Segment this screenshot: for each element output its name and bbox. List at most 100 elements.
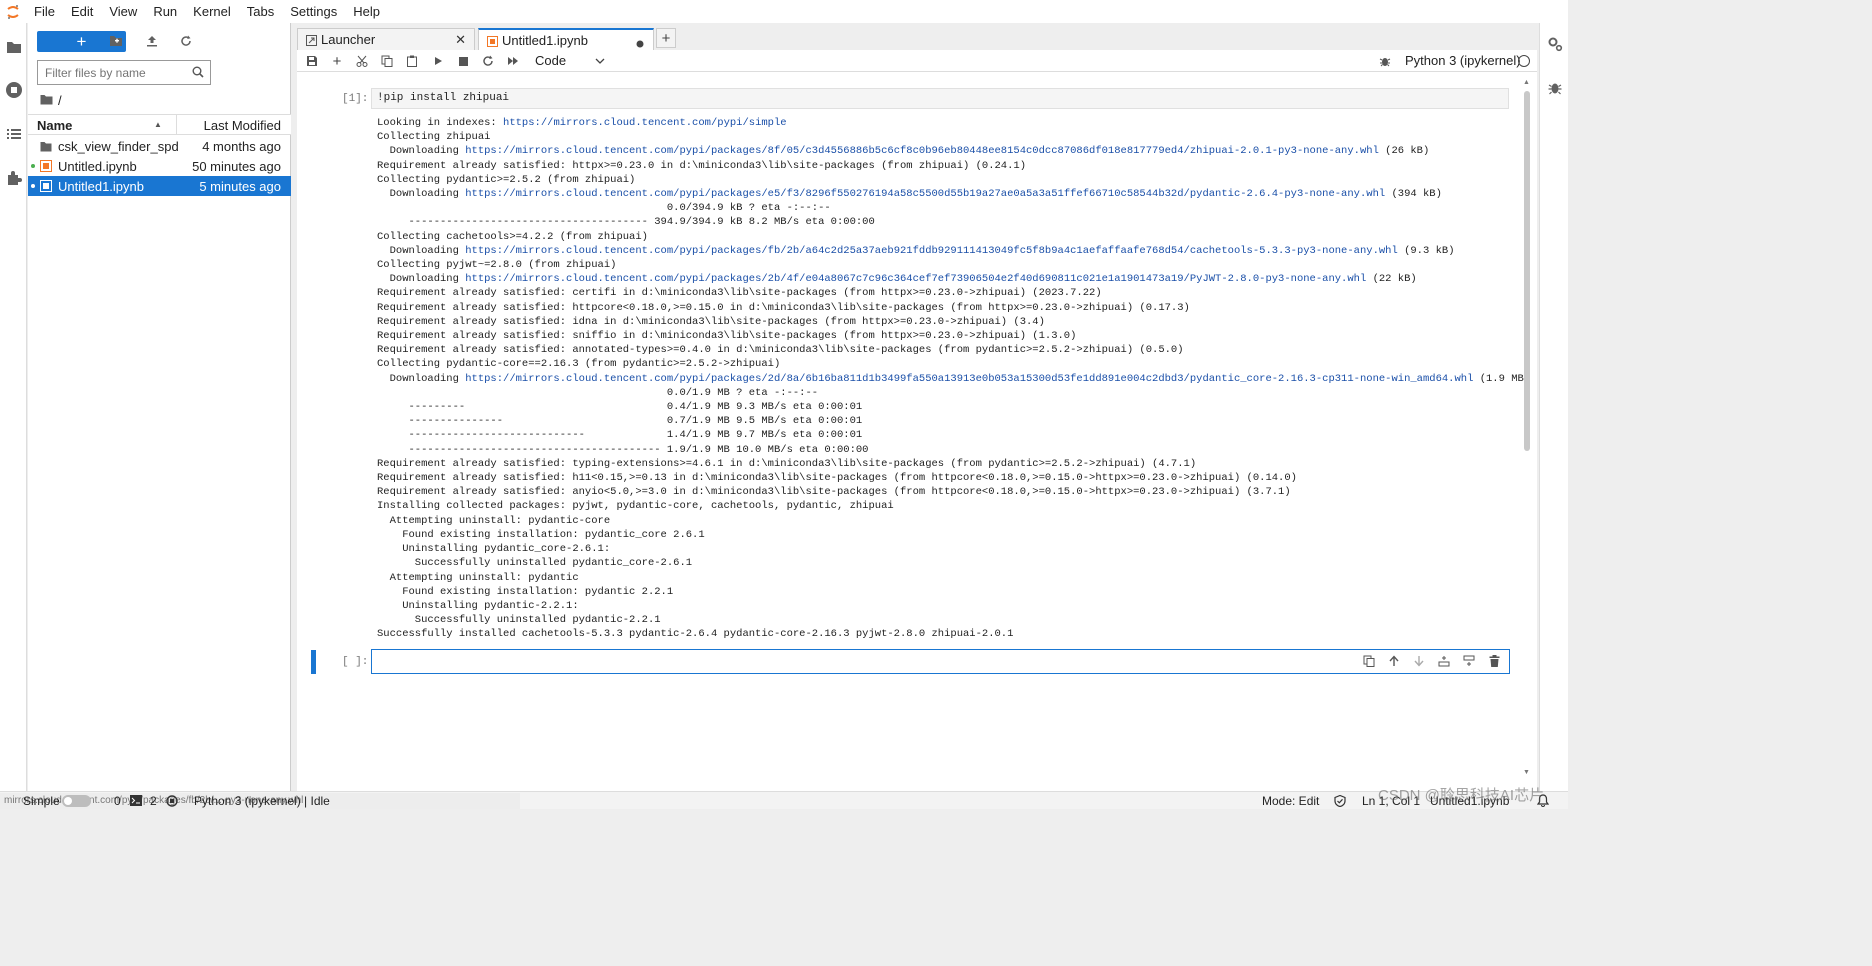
- output-text: Successfully uninstalled pydantic-2.2.1: [377, 614, 661, 627]
- scroll-down-arrow-icon[interactable]: ▼: [1523, 769, 1530, 776]
- folder-icon[interactable]: [4, 37, 23, 56]
- breadcrumb-root[interactable]: /: [58, 93, 62, 108]
- notebook-icon: [40, 180, 52, 192]
- delete-cell-icon[interactable]: [1487, 654, 1501, 668]
- simple-mode-toggle[interactable]: [62, 795, 91, 807]
- save-icon[interactable]: [305, 54, 319, 68]
- file-modified: 4 months ago: [202, 139, 281, 154]
- output-line: --------- 0.4/1.9 MB 9.3 MB/s eta 0:00:0…: [377, 400, 1517, 414]
- output-link[interactable]: https://mirrors.cloud.tencent.com/pypi/p…: [465, 273, 1366, 285]
- menu-view[interactable]: View: [101, 0, 145, 23]
- output-text: Requirement already satisfied: anyio<5.0…: [377, 486, 1291, 499]
- output-link[interactable]: https://mirrors.cloud.tencent.com/pypi/p…: [465, 145, 1379, 157]
- output-text: Attempting uninstall: pydantic-core: [377, 514, 611, 527]
- kernel-name[interactable]: Python 3 (ipykernel): [1405, 53, 1521, 68]
- notebook-icon: [40, 160, 52, 172]
- file-row-notebook[interactable]: Untitled.ipynb 50 minutes ago: [28, 156, 291, 176]
- terminal-count[interactable]: 0: [114, 794, 121, 808]
- jupyterlab-window: File Edit View Run Kernel Tabs Settings …: [0, 0, 1568, 809]
- menu-tabs[interactable]: Tabs: [239, 0, 282, 23]
- paste-icon[interactable]: [405, 54, 419, 68]
- cell1-code-editor[interactable]: !pip install zhipuai: [371, 88, 1509, 109]
- move-down-icon[interactable]: [1412, 654, 1426, 668]
- file-row-notebook-selected[interactable]: Untitled1.ipynb 5 minutes ago: [28, 176, 291, 196]
- output-text: Successfully uninstalled pydantic_core-2…: [377, 557, 693, 570]
- running-sessions-icon[interactable]: [4, 80, 23, 99]
- output-text: Requirement already satisfied: annotated…: [377, 344, 1184, 357]
- fast-forward-icon[interactable]: [506, 54, 520, 68]
- trusted-shield-icon[interactable]: [1334, 794, 1346, 810]
- output-line: Attempting uninstall: pydantic-core: [377, 514, 1517, 528]
- column-header-name[interactable]: Name: [37, 118, 72, 133]
- simple-mode-label: Simple: [23, 794, 60, 808]
- new-folder-icon[interactable]: [108, 33, 124, 49]
- search-icon: [192, 66, 204, 81]
- kernel-count[interactable]: 2: [150, 794, 157, 808]
- output-link[interactable]: https://mirrors.cloud.tencent.com/pypi/p…: [465, 188, 1385, 200]
- menu-edit[interactable]: Edit: [63, 0, 101, 23]
- folder-icon: [40, 140, 52, 152]
- cut-icon[interactable]: [355, 54, 369, 68]
- output-text: Downloading: [377, 145, 466, 158]
- refresh-icon[interactable]: [178, 33, 194, 49]
- file-name: csk_view_finder_spd: [58, 139, 179, 154]
- notebook-scrollbar[interactable]: ▲ ▼: [1521, 79, 1533, 779]
- output-line: --------------- 0.7/1.9 MB 9.5 MB/s eta …: [377, 414, 1517, 428]
- chevron-down-icon[interactable]: [595, 54, 605, 69]
- menu-settings[interactable]: Settings: [282, 0, 345, 23]
- file-filter-input[interactable]: [38, 61, 183, 84]
- menu-file[interactable]: File: [26, 0, 63, 23]
- cell2-code-editor[interactable]: [371, 649, 1510, 674]
- output-line: Collecting cachetools>=4.2.2 (from zhipu…: [377, 230, 1517, 244]
- debugger-bug-icon[interactable]: [1548, 80, 1562, 98]
- file-modified: 50 minutes ago: [192, 159, 281, 174]
- cell-type-select[interactable]: Code: [535, 53, 566, 68]
- property-inspector-gears-icon[interactable]: [1547, 36, 1563, 55]
- output-link[interactable]: https://mirrors.cloud.tencent.com/pypi/p…: [465, 373, 1473, 385]
- stop-icon[interactable]: [456, 54, 470, 68]
- column-divider[interactable]: [176, 115, 177, 135]
- output-text: Downloading: [377, 273, 466, 286]
- file-list-header: Name ▲ Last Modified: [28, 114, 291, 135]
- active-cell-marker[interactable]: [311, 650, 316, 674]
- output-line: Requirement already satisfied: anyio<5.0…: [377, 485, 1517, 499]
- output-link[interactable]: https://mirrors.cloud.tencent.com/pypi/s…: [503, 117, 787, 129]
- scroll-up-arrow-icon[interactable]: ▲: [1523, 79, 1530, 86]
- upload-icon[interactable]: [144, 33, 160, 49]
- insert-below-icon[interactable]: [1462, 654, 1476, 668]
- unsaved-dot-icon[interactable]: [636, 36, 644, 51]
- output-line: Found existing installation: pydantic_co…: [377, 528, 1517, 542]
- kernel-status[interactable]: Python 3 (ipykernel) | Idle: [194, 794, 330, 808]
- output-text: Collecting pyjwt~=2.8.0 (from zhipuai): [377, 259, 617, 272]
- copy-icon[interactable]: [380, 54, 394, 68]
- tab-untitled1[interactable]: Untitled1.ipynb: [478, 28, 654, 51]
- insert-above-icon[interactable]: [1437, 654, 1451, 668]
- scroll-thumb[interactable]: [1524, 91, 1530, 451]
- run-icon[interactable]: [431, 54, 445, 68]
- move-up-icon[interactable]: [1387, 654, 1401, 668]
- close-icon[interactable]: ✕: [455, 32, 466, 48]
- output-text: -------------------------------------- 3…: [377, 216, 875, 229]
- menu-run[interactable]: Run: [145, 0, 185, 23]
- breadcrumb-folder-icon[interactable]: [40, 93, 53, 108]
- column-header-modified[interactable]: Last Modified: [204, 118, 281, 133]
- bug-debugger-icon[interactable]: [1378, 54, 1392, 68]
- tab-launcher[interactable]: Launcher ✕: [297, 28, 475, 50]
- duplicate-cell-icon[interactable]: [1362, 654, 1376, 668]
- menu-help[interactable]: Help: [345, 0, 388, 23]
- output-link[interactable]: https://mirrors.cloud.tencent.com/pypi/p…: [465, 245, 1398, 257]
- file-row-folder[interactable]: csk_view_finder_spd 4 months ago: [28, 136, 291, 156]
- table-of-contents-icon[interactable]: [4, 124, 23, 143]
- cell1-prompt: [1]:: [342, 93, 369, 105]
- plus-icon: +: [76, 31, 87, 51]
- output-text: Requirement already satisfied: certifi i…: [377, 287, 1102, 300]
- menu-kernel[interactable]: Kernel: [185, 0, 239, 23]
- insert-cell-icon[interactable]: +: [330, 53, 344, 70]
- file-browser-toolbar: +: [28, 29, 291, 53]
- restart-icon[interactable]: [481, 54, 495, 68]
- output-line: Attempting uninstall: pydantic: [377, 571, 1517, 585]
- new-tab-button[interactable]: +: [656, 28, 676, 48]
- output-text: (9.3 kB): [1397, 244, 1455, 257]
- launcher-icon: [306, 34, 317, 49]
- extensions-puzzle-icon[interactable]: [4, 168, 23, 187]
